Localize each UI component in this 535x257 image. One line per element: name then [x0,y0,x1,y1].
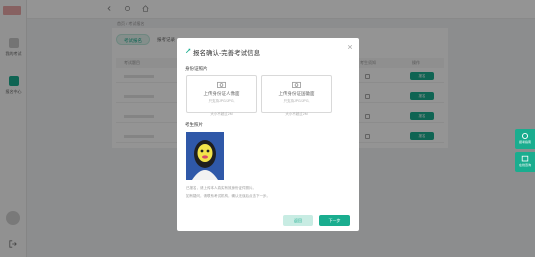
upload-hint: 只支持JPG/JPG, [283,99,310,103]
edit-icon [185,48,191,54]
float-button-label: 在线咨询 [518,163,531,167]
next-step-button[interactable]: 下一步 [319,215,350,226]
upload-title: 上传身份证人像面 [203,91,240,96]
upload-title: 上传身份证国徽面 [278,91,315,96]
close-icon[interactable] [347,44,353,50]
refresh-icon [521,132,529,140]
dialog-title: 报名确认-完善考试信息 [193,50,261,57]
consult-float-button[interactable]: 在线咨询 [515,152,535,172]
registration-confirm-dialog: 报名确认-完善考试信息 身份证照片 上传身份证人像面 只支持JPG/JPG, 大… [177,38,359,231]
upload-id-front[interactable]: 上传身份证人像面 只支持JPG/JPG, 大小不超过2M [186,75,257,116]
chat-icon [521,155,529,162]
candidate-photo-image [186,132,224,180]
id-photo-label: 身份证照片 [185,66,208,71]
upload-hint: 大小不超过2M [210,111,233,116]
back-button[interactable]: 返回 [283,215,313,226]
upload-note: 如有疑问，请联系考试机构，确认无误后点击下一步。 [186,194,270,198]
upload-id-back[interactable]: 上传身份证国徽面 只支持JPG/JPG, 大小不超过2M [261,75,332,116]
camera-icon [292,81,301,88]
candidate-photo-label: 考生照片 [185,122,203,127]
upload-hint: 只支持JPG/JPG, [208,99,235,103]
float-button-label: 报考指南 [518,140,531,144]
camera-icon [217,81,226,88]
candidate-photo[interactable] [186,132,224,180]
upload-hint: 大小不超过2M [285,111,308,116]
guide-float-button[interactable]: 报考指南 [515,129,535,149]
upload-note: 已报名，请上传本人真实有效身份证件照片。 [186,186,256,190]
